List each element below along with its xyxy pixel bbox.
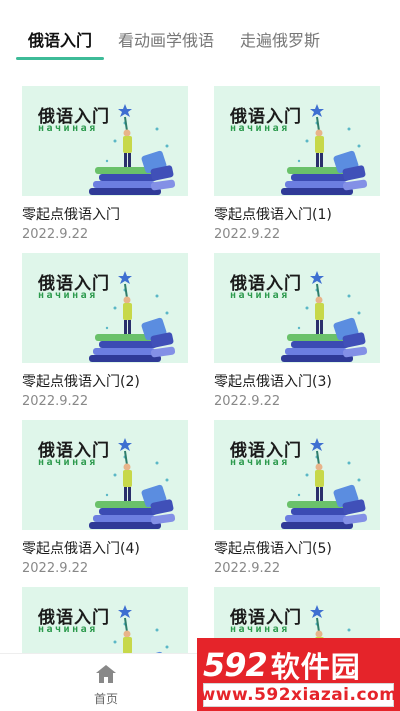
course-card[interactable]: 俄语入门 начиная 零起点俄语入门(4) 2022.9.22 <box>22 420 188 576</box>
card-title: 零起点俄语入门(5) <box>214 541 332 557</box>
course-card[interactable]: 俄语入门 начиная 零起点俄语入门(3) 2022.9.22 <box>214 253 380 409</box>
watermark-logo: 592 软件园 www.592xiazai.com <box>197 638 400 711</box>
books-illustration-icon <box>281 104 368 195</box>
course-thumbnail: 俄语入门 начиная <box>22 253 188 363</box>
card-date: 2022.9.22 <box>22 394 89 409</box>
course-card[interactable]: 俄语入门 начиная 零起点俄语入门 2022.9.22 <box>22 86 188 242</box>
card-title: 零起点俄语入门(2) <box>22 374 140 390</box>
course-thumbnail: 俄语入门 начиная <box>22 420 188 530</box>
watermark-url: www.592xiazai.com <box>199 683 398 707</box>
watermark-brand-zh: 软件园 <box>270 650 361 684</box>
tab-russian-intro[interactable]: 俄语入门 <box>16 0 105 62</box>
nav-home-label: 首页 <box>93 692 118 706</box>
card-date: 2022.9.22 <box>214 561 281 576</box>
books-illustration-icon <box>89 104 176 195</box>
course-card[interactable]: 俄语入门 начиная 零起点俄语入门(1) 2022.9.22 <box>214 86 380 242</box>
card-title: 零起点俄语入门(4) <box>22 541 140 557</box>
tab-label: 走遍俄罗斯 <box>240 31 321 50</box>
books-illustration-icon <box>281 438 368 529</box>
books-illustration-icon <box>281 271 368 362</box>
card-title: 零起点俄语入门 <box>22 207 120 223</box>
card-date: 2022.9.22 <box>214 394 281 409</box>
nav-home[interactable]: 首页 <box>80 664 132 707</box>
books-illustration-icon <box>89 271 176 362</box>
books-illustration-icon <box>89 438 176 529</box>
tab-active-indicator <box>16 57 105 60</box>
card-date: 2022.9.22 <box>22 561 89 576</box>
tab-label: 看动画学俄语 <box>118 31 215 50</box>
tab-bar: 俄语入门 看动画学俄语 走遍俄罗斯 <box>0 0 400 62</box>
card-title: 零起点俄语入门(3) <box>214 374 332 390</box>
course-card[interactable]: 俄语入门 начиная 零起点俄语入门(5) 2022.9.22 <box>214 420 380 576</box>
home-icon <box>96 665 116 683</box>
tab-label: 俄语入门 <box>28 31 93 50</box>
watermark-brand: 592 <box>203 646 268 684</box>
card-title: 零起点俄语入门(1) <box>214 207 332 223</box>
course-card[interactable]: 俄语入门 начиная 零起点俄语入门(2) 2022.9.22 <box>22 253 188 409</box>
course-thumbnail: 俄语入门 начиная <box>214 86 380 196</box>
tab-cartoon-russian[interactable]: 看动画学俄语 <box>118 0 214 62</box>
course-thumbnail: 俄语入门 начиная <box>214 253 380 363</box>
card-date: 2022.9.22 <box>214 227 281 242</box>
tab-travel-russia[interactable]: 走遍俄罗斯 <box>240 0 320 62</box>
card-date: 2022.9.22 <box>22 227 89 242</box>
course-thumbnail: 俄语入门 начиная <box>22 86 188 196</box>
course-thumbnail: 俄语入门 начиная <box>214 420 380 530</box>
